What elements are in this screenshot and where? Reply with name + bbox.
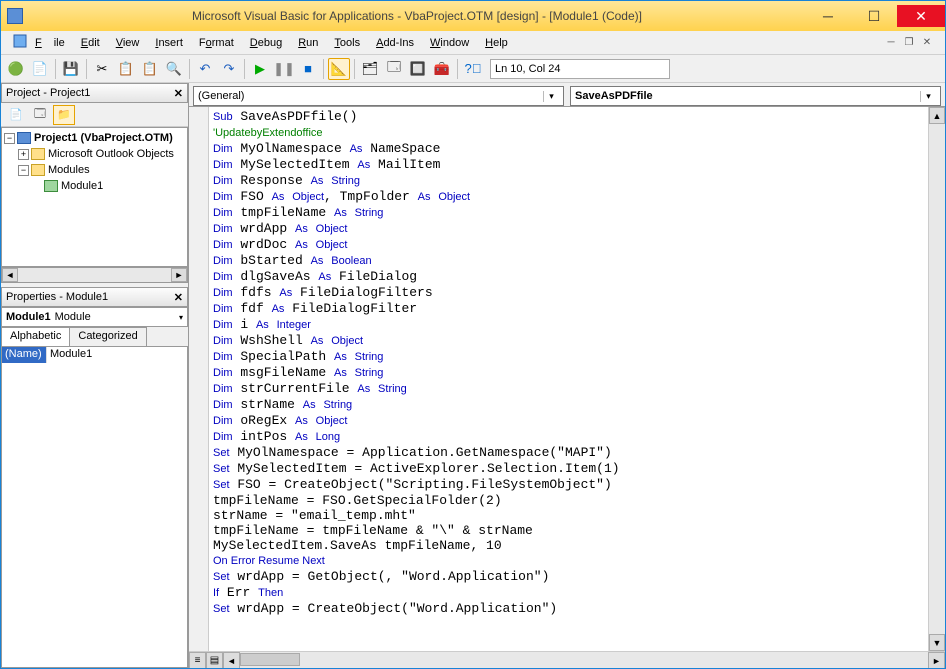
menu-file[interactable]: File xyxy=(29,35,71,51)
redo-icon[interactable]: ↷ xyxy=(218,58,240,80)
maximize-button[interactable]: ☐ xyxy=(851,5,897,27)
view-outlook-icon[interactable]: 🟢 xyxy=(5,58,27,80)
properties-object-dropdown[interactable]: Module1 Module ▾ xyxy=(1,307,188,327)
procedure-view-icon[interactable]: ≡ xyxy=(189,652,206,668)
folder-icon xyxy=(31,164,45,176)
tab-categorized[interactable]: Categorized xyxy=(69,327,146,346)
menu-edit[interactable]: Edit xyxy=(75,35,106,51)
module-icon xyxy=(44,180,58,192)
tab-alphabetic[interactable]: Alphabetic xyxy=(1,327,70,346)
properties-grid[interactable]: (Name) Module1 xyxy=(1,347,188,668)
code-hscrollbar[interactable] xyxy=(240,652,928,668)
chevron-down-icon[interactable]: ▾ xyxy=(920,91,936,102)
view-code-icon[interactable]: 📄 xyxy=(5,105,27,125)
help-icon[interactable]: ?⃝ xyxy=(462,58,484,80)
menu-addins[interactable]: Add-Ins xyxy=(370,35,420,51)
property-key: (Name) xyxy=(2,347,46,363)
copy-icon[interactable]: 📋 xyxy=(115,58,137,80)
code-margin xyxy=(189,107,209,651)
tree-label: Project1 (VbaProject.OTM) xyxy=(34,132,173,144)
minimize-button[interactable]: ─ xyxy=(805,5,851,27)
reset-icon[interactable]: ■ xyxy=(297,58,319,80)
view-object-icon[interactable]: 🗔 xyxy=(29,105,51,125)
combo-value: (General) xyxy=(198,90,244,102)
undo-icon[interactable]: ↶ xyxy=(194,58,216,80)
menu-window[interactable]: Window xyxy=(424,35,475,51)
properties-pane-close-icon[interactable]: ✕ xyxy=(174,291,183,304)
insert-module-icon[interactable]: 📄 xyxy=(29,58,51,80)
project-pane-title: Project - Project1 xyxy=(6,87,90,99)
scroll-thumb[interactable] xyxy=(240,653,300,666)
tree-label: Modules xyxy=(48,164,90,176)
toolbox-icon[interactable]: 🧰 xyxy=(431,58,453,80)
project-explorer-icon[interactable]: 🗂 xyxy=(359,58,381,80)
cut-icon[interactable]: ✂ xyxy=(91,58,113,80)
standard-toolbar: 🟢 📄 💾 ✂ 📋 📋 🔍 ↶ ↷ ▶ ❚❚ ■ 📐 🗂 🗔 🔲 🧰 ?⃝ xyxy=(1,55,945,83)
design-mode-icon[interactable]: 📐 xyxy=(328,58,350,80)
window-title: Microsoft Visual Basic for Applications … xyxy=(29,9,805,23)
tree-label: Module1 xyxy=(61,180,103,192)
scroll-down-icon[interactable]: ▼ xyxy=(929,634,945,651)
chevron-down-icon[interactable]: ▾ xyxy=(179,313,183,322)
tree-label: Microsoft Outlook Objects xyxy=(48,148,174,160)
project-pane-toolbar: 📄 🗔 📁 xyxy=(1,103,188,127)
titlebar: Microsoft Visual Basic for Applications … xyxy=(1,1,945,31)
dropdown-rest: Module xyxy=(55,311,91,323)
tree-node-module1[interactable]: Module1 xyxy=(4,178,185,194)
code-editor[interactable]: Sub SaveAsPDFfile() 'UpdatebyExtendoffic… xyxy=(209,107,928,651)
app-icon xyxy=(7,8,23,24)
run-icon[interactable]: ▶ xyxy=(249,58,271,80)
scroll-right-icon[interactable]: ► xyxy=(928,652,945,668)
properties-pane-header: Properties - Module1 ✕ xyxy=(1,287,188,307)
save-icon[interactable]: 💾 xyxy=(60,58,82,80)
project-icon xyxy=(17,132,31,144)
dropdown-bold: Module1 xyxy=(6,311,51,323)
project-pane-header: Project - Project1 ✕ xyxy=(1,83,188,103)
menubar: File Edit View Insert Format Debug Run T… xyxy=(1,31,945,55)
close-button[interactable]: ✕ xyxy=(897,5,945,27)
procedure-combo[interactable]: SaveAsPDFfile ▾ xyxy=(570,86,941,106)
tree-node-modules[interactable]: − Modules xyxy=(4,162,185,178)
project-pane-close-icon[interactable]: ✕ xyxy=(174,87,183,100)
project-hscrollbar[interactable]: ◄ ► xyxy=(1,267,188,283)
properties-window-icon[interactable]: 🗔 xyxy=(383,58,405,80)
mdi-close-button[interactable]: ✕ xyxy=(919,36,935,50)
menu-format[interactable]: Format xyxy=(193,35,240,51)
mdi-restore-button[interactable]: ❐ xyxy=(901,36,917,50)
properties-tabs: Alphabetic Categorized xyxy=(1,327,188,347)
chevron-down-icon[interactable]: ▾ xyxy=(543,91,559,102)
mdi-minimize-button[interactable]: ─ xyxy=(883,36,899,50)
project-tree[interactable]: − Project1 (VbaProject.OTM) + Microsoft … xyxy=(1,127,188,267)
scroll-up-icon[interactable]: ▲ xyxy=(929,107,945,124)
collapse-icon[interactable]: − xyxy=(18,165,29,176)
menu-tools[interactable]: Tools xyxy=(328,35,366,51)
menu-debug[interactable]: Debug xyxy=(244,35,288,51)
break-icon[interactable]: ❚❚ xyxy=(273,58,295,80)
tree-node-outlook-objects[interactable]: + Microsoft Outlook Objects xyxy=(4,146,185,162)
tree-node-project[interactable]: − Project1 (VbaProject.OTM) xyxy=(4,130,185,146)
scroll-left-icon[interactable]: ◄ xyxy=(223,652,240,668)
menu-run[interactable]: Run xyxy=(292,35,324,51)
object-combo[interactable]: (General) ▾ xyxy=(193,86,564,106)
object-browser-icon[interactable]: 🔲 xyxy=(407,58,429,80)
toggle-folders-icon[interactable]: 📁 xyxy=(53,105,75,125)
line-column-indicator xyxy=(490,59,670,79)
vba-icon xyxy=(13,34,27,48)
paste-icon[interactable]: 📋 xyxy=(139,58,161,80)
menu-view[interactable]: View xyxy=(110,35,146,51)
full-module-view-icon[interactable]: ▤ xyxy=(206,652,223,668)
expand-icon[interactable]: + xyxy=(18,149,29,160)
combo-value: SaveAsPDFfile xyxy=(575,90,653,102)
property-value[interactable]: Module1 xyxy=(46,347,187,363)
menu-help[interactable]: Help xyxy=(479,35,514,51)
properties-pane-title: Properties - Module1 xyxy=(6,291,108,303)
find-icon[interactable]: 🔍 xyxy=(163,58,185,80)
folder-icon xyxy=(31,148,45,160)
menu-insert[interactable]: Insert xyxy=(149,35,189,51)
property-row-name[interactable]: (Name) Module1 xyxy=(2,347,187,363)
scroll-left-icon[interactable]: ◄ xyxy=(2,268,18,282)
scroll-right-icon[interactable]: ► xyxy=(171,268,187,282)
code-vscrollbar[interactable]: ▲ ▼ xyxy=(928,107,945,651)
collapse-icon[interactable]: − xyxy=(4,133,15,144)
